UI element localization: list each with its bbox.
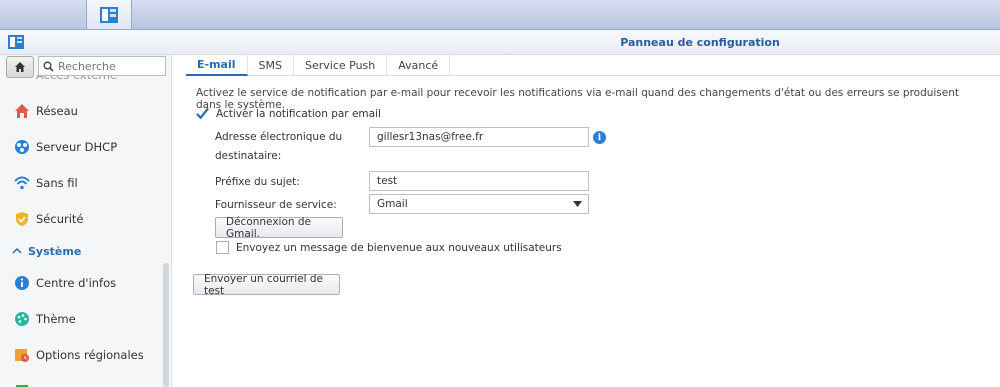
sidebar-item-serveur-dhcp[interactable]: Serveur DHCP bbox=[14, 137, 117, 157]
sidebar-item-label: Centre d'infos bbox=[36, 276, 117, 290]
recipient-label-line2: destinataire: bbox=[215, 150, 282, 162]
main-panel: E-mail SMS Service Push Avancé Activez l… bbox=[172, 55, 1000, 387]
sidebar-item-label: Sans fil bbox=[36, 176, 78, 190]
tab-email[interactable]: E-mail bbox=[186, 55, 248, 76]
control-panel-icon bbox=[100, 6, 118, 23]
disconnect-gmail-button[interactable]: Déconnexion de Gmail. bbox=[215, 216, 343, 240]
welcome-message-row: Envoyez un message de bienvenue aux nouv… bbox=[216, 241, 562, 254]
network-icon bbox=[14, 103, 30, 119]
info-icon bbox=[14, 275, 30, 291]
recipient-label-line1: Adresse électronique du bbox=[215, 131, 343, 143]
provider-label: Fournisseur de service: bbox=[215, 199, 337, 211]
chevron-up-icon bbox=[12, 245, 22, 258]
chevron-down-icon bbox=[573, 201, 582, 207]
taskbar bbox=[0, 0, 1000, 387]
subject-prefix-field[interactable]: test bbox=[369, 171, 589, 191]
sidebar-section-systeme[interactable]: Système bbox=[12, 245, 81, 258]
tab-service-push[interactable]: Service Push bbox=[294, 55, 388, 76]
provider-select[interactable]: Gmail bbox=[369, 194, 589, 214]
sidebar-section-label: Système bbox=[28, 245, 82, 258]
sidebar-scrollbar[interactable] bbox=[163, 263, 169, 387]
sidebar-toolbar bbox=[6, 56, 166, 78]
shield-icon bbox=[14, 211, 30, 227]
tab-bar: E-mail SMS Service Push Avancé bbox=[186, 55, 1000, 76]
window-title: Panneau de configuration bbox=[620, 36, 780, 49]
enable-notification-label: Activer la notification par email bbox=[216, 107, 381, 120]
home-button[interactable] bbox=[6, 56, 34, 78]
search-icon bbox=[43, 61, 54, 72]
regional-icon bbox=[14, 347, 30, 363]
home-icon bbox=[15, 62, 25, 72]
prefix-label: Préfixe du sujet: bbox=[215, 176, 300, 188]
sidebar-item-sans-fil[interactable]: Sans fil bbox=[14, 173, 78, 193]
tab-sms[interactable]: SMS bbox=[248, 55, 294, 76]
sidebar: Accès externe Réseau Serveur DHCP bbox=[0, 55, 172, 387]
send-test-email-button[interactable]: Envoyer un courriel de test bbox=[193, 273, 340, 297]
search-box[interactable] bbox=[38, 56, 166, 76]
recipient-email-field[interactable]: gillesr13nas@free.fr bbox=[369, 127, 589, 147]
sidebar-item-options-regionales[interactable]: Options régionales bbox=[14, 345, 144, 365]
enable-notification-checkbox[interactable] bbox=[196, 107, 209, 120]
tab-avance[interactable]: Avancé bbox=[387, 55, 451, 76]
sidebar-item-centre-infos[interactable]: Centre d'infos bbox=[14, 273, 116, 293]
sidebar-item-label: Options régionales bbox=[36, 348, 144, 362]
window-header: Panneau de configuration bbox=[0, 30, 1000, 55]
welcome-message-checkbox[interactable] bbox=[216, 241, 229, 254]
sidebar-item-partial-bottom[interactable] bbox=[14, 381, 30, 387]
enable-notification-row: Activer la notification par email bbox=[196, 107, 381, 120]
dhcp-icon bbox=[14, 139, 30, 155]
info-icon[interactable]: i bbox=[593, 131, 606, 144]
wifi-icon bbox=[14, 175, 30, 191]
control-panel-task-button[interactable] bbox=[86, 0, 132, 30]
sidebar-item-theme[interactable]: Thème bbox=[14, 309, 76, 329]
provider-selected-value: Gmail bbox=[377, 198, 408, 210]
palette-icon bbox=[14, 311, 30, 327]
green-icon bbox=[14, 383, 30, 387]
sidebar-item-label: Thème bbox=[36, 312, 76, 326]
sidebar-item-label: Réseau bbox=[36, 104, 78, 118]
control-panel-icon bbox=[8, 34, 24, 53]
checkmark-icon bbox=[196, 107, 209, 120]
sidebar-item-label: Serveur DHCP bbox=[36, 140, 118, 154]
sidebar-item-securite[interactable]: Sécurité bbox=[14, 209, 84, 229]
search-input[interactable] bbox=[58, 59, 158, 73]
welcome-message-label: Envoyez un message de bienvenue aux nouv… bbox=[236, 241, 562, 254]
sidebar-item-reseau[interactable]: Réseau bbox=[14, 101, 78, 121]
sidebar-item-label: Sécurité bbox=[36, 212, 84, 226]
